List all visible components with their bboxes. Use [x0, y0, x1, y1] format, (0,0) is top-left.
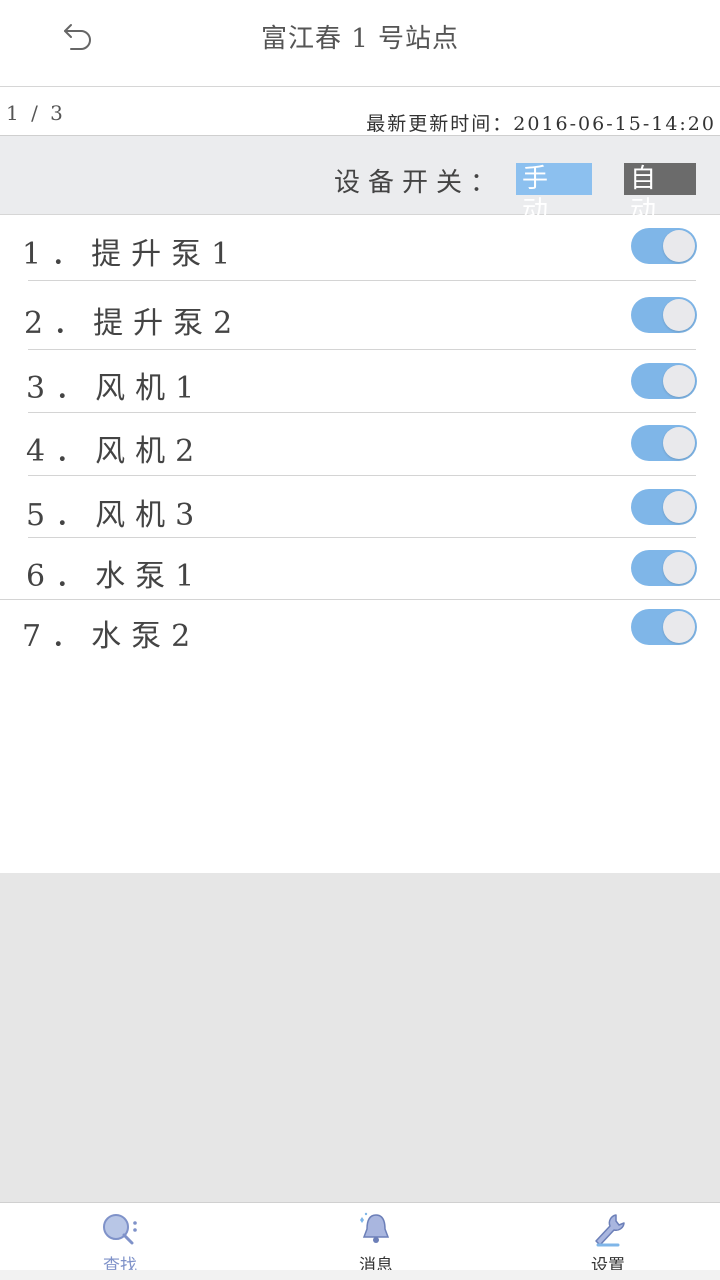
device-row: 2．提升泵2 [0, 284, 720, 348]
toggle-knob [663, 611, 695, 643]
nav-item-messages[interactable]: 消息 [336, 1211, 416, 1277]
device-switch-label: 设备开关： [334, 168, 505, 198]
device-switch-mode-bar: 设备开关： 手动 自动 [0, 136, 720, 226]
toggle-knob [663, 230, 695, 262]
wrench-icon [595, 1214, 625, 1247]
device-row: 7．水泵2 [0, 597, 720, 661]
device-toggle[interactable] [631, 425, 697, 461]
info-bar: 1 / 3 最新更新时间：2016-06-15-14:20 [0, 87, 720, 136]
toggle-knob [663, 299, 695, 331]
device-toggle[interactable] [631, 609, 697, 645]
device-label: 6．水泵1 [26, 559, 205, 594]
bell-icon [360, 1212, 390, 1243]
toggle-knob [663, 427, 695, 459]
update-time: 最新更新时间：2016-06-15-14:20 [366, 113, 716, 135]
device-label: 2．提升泵2 [24, 306, 243, 341]
device-toggle[interactable] [631, 550, 697, 586]
toggle-knob [663, 365, 695, 397]
device-row: 1．提升泵1 [0, 215, 720, 279]
device-row: 5．风机3 [0, 476, 720, 540]
device-label: 1．提升泵1 [22, 237, 241, 272]
bottom-nav: 查找 消息 设置 [0, 1202, 720, 1280]
page-title: 富江春 1 号站点 [260, 24, 460, 54]
toggle-knob [663, 491, 695, 523]
device-label: 7．水泵2 [22, 619, 201, 654]
device-row: 3．风机1 [0, 349, 720, 413]
device-toggle[interactable] [631, 297, 697, 333]
device-label: 3．风机1 [26, 371, 205, 406]
manual-mode-button[interactable]: 手动 [516, 163, 592, 226]
nav-item-search[interactable]: 查找 [80, 1211, 160, 1277]
device-toggle[interactable] [631, 489, 697, 525]
auto-mode-button[interactable]: 自动 [624, 163, 696, 226]
page-indicator: 1 / 3 [6, 101, 66, 125]
page: 富江春 1 号站点 1 / 3 最新更新时间：2016-06-15-14:20 … [0, 0, 720, 1280]
divider [28, 280, 696, 281]
search-icon [103, 1214, 137, 1245]
device-row: 4．风机2 [0, 412, 720, 476]
device-label: 4．风机2 [26, 434, 205, 469]
device-toggle[interactable] [631, 228, 697, 264]
empty-area [0, 873, 720, 1202]
header: 富江春 1 号站点 [0, 0, 720, 87]
device-toggle[interactable] [631, 363, 697, 399]
device-row: 6．水泵1 [0, 537, 720, 601]
bottom-strip [0, 1270, 720, 1280]
nav-item-settings[interactable]: 设置 [568, 1211, 648, 1277]
toggle-knob [663, 552, 695, 584]
device-label: 5．风机3 [26, 498, 205, 533]
